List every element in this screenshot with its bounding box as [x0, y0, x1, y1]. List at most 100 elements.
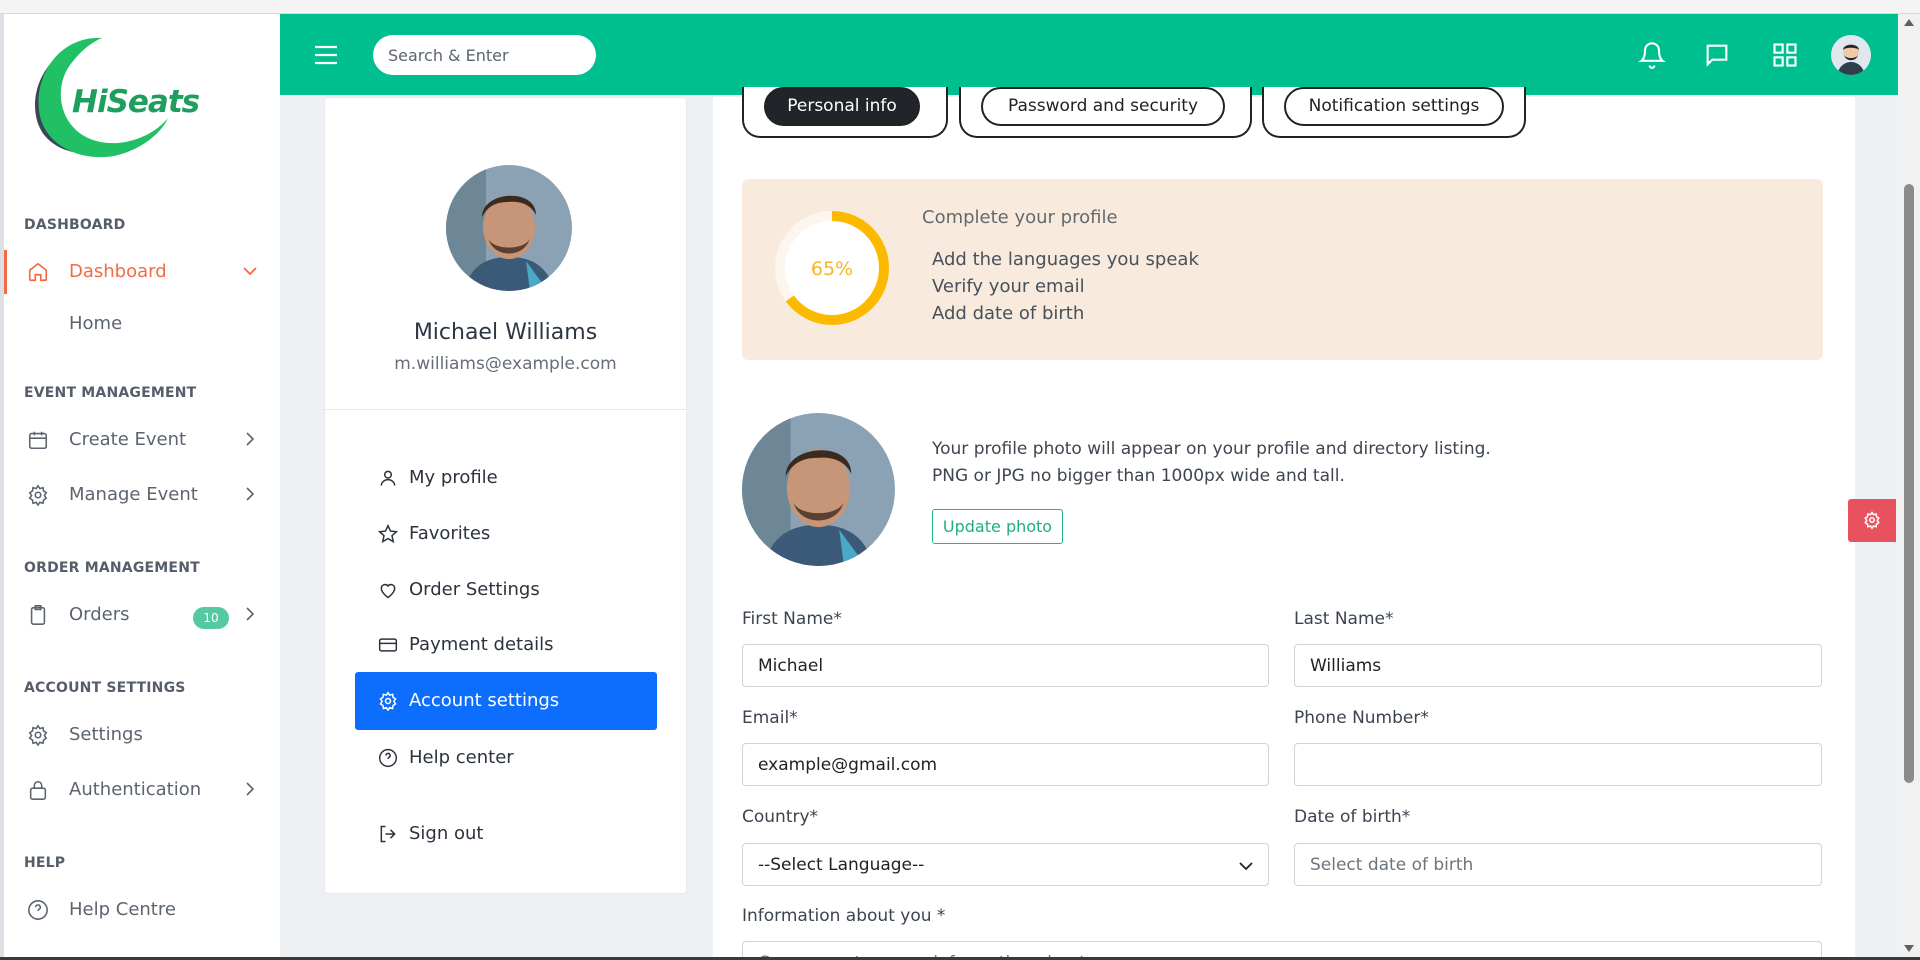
profile-completion-card: 65% Complete your profile Add the langua… — [742, 179, 1823, 360]
menu-item-label: Sign out — [409, 823, 484, 844]
search-input[interactable] — [373, 35, 596, 75]
user-avatar[interactable] — [1831, 35, 1871, 75]
country-select[interactable]: --Select Language-- — [742, 843, 1269, 886]
section-title-dashboard: DASHBOARD — [24, 217, 126, 233]
menu-item-label: Favorites — [409, 523, 491, 544]
sidebar: HiSeats DASHBOARD Dashboard Home EVENT M… — [4, 14, 280, 957]
completion-task: Verify your email — [932, 276, 1085, 297]
profile-photo-large — [742, 413, 895, 566]
email-label: Email* — [742, 708, 798, 728]
menu-item-sign-out[interactable]: Sign out — [355, 805, 657, 863]
menu-icon[interactable] — [314, 45, 338, 65]
country-label: Country* — [742, 807, 819, 827]
update-photo-button[interactable]: Update photo — [932, 509, 1063, 544]
menu-item-label: My profile — [409, 467, 498, 488]
heart-icon — [380, 583, 396, 599]
calendar-icon — [28, 431, 48, 450]
chevron-right-icon — [246, 782, 255, 796]
avatar-illustration-icon — [1831, 35, 1871, 75]
completion-task: Add the languages you speak — [932, 249, 1199, 270]
top-header — [280, 14, 1898, 95]
tab-password-security[interactable]: Password and security — [981, 87, 1225, 126]
menu-item-label: Order Settings — [409, 579, 540, 600]
photo-description: Your profile photo will appear on your p… — [932, 439, 1491, 486]
gear-icon — [1864, 511, 1880, 529]
divider — [325, 409, 686, 410]
account-settings-panel: Personal info Password and security Noti… — [713, 87, 1855, 957]
apps-grid-icon[interactable] — [1771, 41, 1799, 69]
page-scrollbar[interactable] — [1898, 14, 1920, 957]
completion-percent: 65% — [811, 258, 853, 280]
sidebar-item-label: Authentication — [69, 779, 202, 800]
section-title-help: HELP — [24, 855, 66, 871]
last-name-field[interactable] — [1294, 644, 1822, 687]
menu-item-label: Help center — [409, 747, 514, 768]
menu-item-order-settings[interactable]: Order Settings — [355, 561, 657, 619]
chat-icon[interactable] — [1703, 41, 1731, 69]
dob-label: Date of birth* — [1294, 807, 1411, 827]
help-circle-icon — [28, 900, 48, 920]
credit-card-icon — [378, 638, 398, 652]
phone-label: Phone Number* — [1294, 708, 1429, 728]
dob-field[interactable] — [1294, 843, 1822, 886]
sidebar-item-help-centre[interactable]: Help Centre — [4, 888, 280, 932]
bell-icon[interactable] — [1638, 41, 1666, 69]
section-title-event: EVENT MANAGEMENT — [24, 385, 197, 401]
tab-notification-settings[interactable]: Notification settings — [1284, 87, 1504, 126]
profile-name: Michael Williams — [413, 320, 598, 345]
chevron-right-icon — [246, 607, 255, 621]
help-circle-icon — [378, 748, 398, 768]
tab-personal-info-frame: Personal info — [742, 87, 948, 138]
menu-item-account-settings[interactable]: Account settings — [355, 672, 657, 730]
menu-item-payment-details[interactable]: Payment details — [355, 616, 657, 674]
menu-item-label: Account settings — [409, 690, 560, 711]
menu-item-favorites[interactable]: Favorites — [355, 505, 657, 563]
profile-photo — [446, 165, 572, 291]
first-name-field[interactable] — [742, 644, 1269, 687]
profile-card: Michael Williams m.williams@example.com … — [324, 97, 687, 894]
chevron-right-icon — [246, 487, 255, 501]
sidebar-item-create-event[interactable]: Create Event — [4, 418, 280, 462]
star-icon — [378, 524, 398, 544]
sidebar-item-home[interactable]: Home — [69, 313, 122, 334]
profile-photo-illustration-icon — [446, 165, 572, 291]
user-icon — [380, 470, 396, 486]
menu-item-help-center[interactable]: Help center — [355, 729, 657, 787]
sidebar-item-label: Dashboard — [69, 261, 167, 282]
sidebar-item-dashboard[interactable]: Dashboard — [4, 250, 280, 294]
profile-photo-illustration-icon — [742, 413, 895, 566]
app-window: HiSeats DASHBOARD Dashboard Home EVENT M… — [4, 14, 1898, 957]
theme-settings-button[interactable] — [1848, 499, 1896, 542]
info-textarea[interactable] — [742, 941, 1822, 957]
country-select-value: --Select Language-- — [758, 855, 925, 875]
menu-item-my-profile[interactable]: My profile — [355, 449, 657, 507]
email-field[interactable] — [742, 743, 1269, 786]
scroll-down-arrow-icon[interactable] — [1903, 944, 1915, 954]
hiseats-logo[interactable]: HiSeats — [22, 32, 200, 166]
scrollbar-thumb[interactable] — [1904, 184, 1914, 783]
completion-task-list: Add the languages you speak Verify your … — [932, 246, 1199, 327]
sidebar-item-label: Manage Event — [69, 484, 198, 505]
sidebar-item-label: Help Centre — [69, 899, 176, 920]
sidebar-item-orders[interactable]: Orders 10 — [4, 593, 280, 637]
sidebar-item-settings[interactable]: Settings — [4, 713, 280, 757]
gear-icon — [28, 484, 48, 506]
section-title-order: ORDER MANAGEMENT — [24, 560, 200, 576]
chevron-down-icon — [1239, 862, 1253, 871]
phone-field[interactable] — [1294, 743, 1822, 786]
sidebar-item-label: Settings — [69, 724, 143, 745]
tab-personal-info[interactable]: Personal info — [764, 87, 920, 126]
info-label: Information about you * — [742, 906, 946, 926]
tab-notification-settings-frame: Notification settings — [1262, 87, 1526, 138]
chevron-right-icon — [246, 432, 255, 446]
orders-count-badge: 10 — [193, 607, 229, 629]
completion-task: Add date of birth — [932, 303, 1085, 324]
chevron-down-icon — [243, 267, 257, 276]
home-icon — [28, 262, 48, 282]
menu-item-label: Payment details — [409, 634, 554, 655]
section-title-account: ACCOUNT SETTINGS — [24, 680, 186, 696]
tab-password-security-frame: Password and security — [959, 87, 1252, 138]
sidebar-item-authentication[interactable]: Authentication — [4, 768, 280, 812]
scroll-up-arrow-icon[interactable] — [1903, 17, 1915, 27]
sidebar-item-manage-event[interactable]: Manage Event — [4, 473, 280, 517]
